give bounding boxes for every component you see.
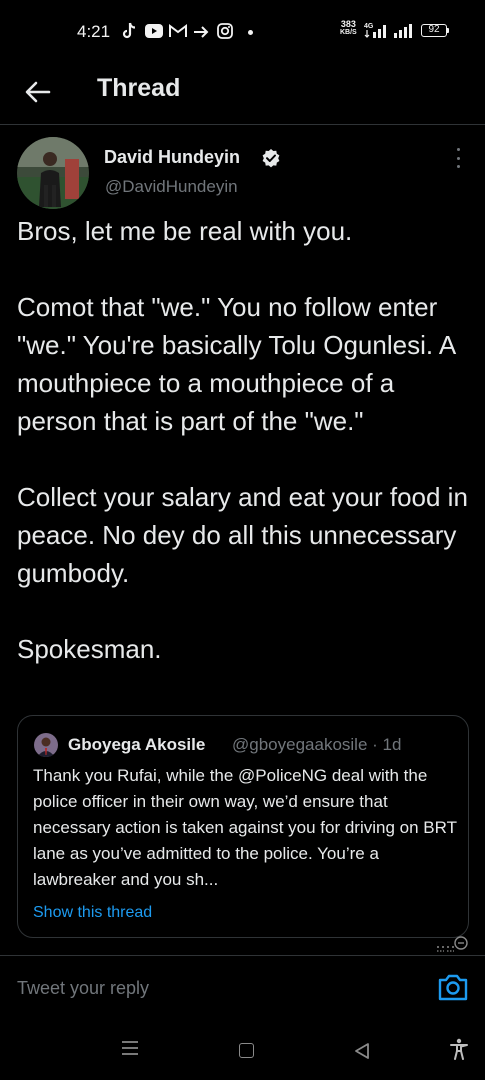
verified-badge-icon bbox=[261, 148, 281, 173]
instagram-icon bbox=[217, 23, 233, 44]
quoted-author-handle: @gboyegaakosile bbox=[232, 735, 368, 754]
accessibility-icon[interactable] bbox=[450, 1038, 468, 1065]
battery-indicator: 92 bbox=[421, 24, 447, 37]
arrow-left-icon bbox=[25, 81, 51, 103]
tweet-text: Bros, let me be real with you. Comot tha… bbox=[17, 212, 472, 668]
meta-separator: · bbox=[372, 735, 378, 754]
system-navigation-bar bbox=[0, 1018, 485, 1080]
airtel-icon bbox=[193, 24, 209, 43]
camera-icon[interactable] bbox=[437, 972, 469, 1002]
author-handle[interactable]: @DavidHundeyin bbox=[105, 177, 238, 197]
notification-dot-icon bbox=[248, 30, 253, 35]
tweet-paragraph: Collect your salary and eat your food in… bbox=[17, 482, 468, 588]
tweet-paragraph: Bros, let me be real with you. bbox=[17, 216, 353, 246]
network-speed-unit: KB/S bbox=[340, 29, 357, 36]
tweet-paragraph: Spokesman. bbox=[17, 634, 162, 664]
thread-screen: 4:21 383 KB/S 4G 92 Thread David Hundeyi… bbox=[0, 0, 485, 1080]
quoted-tweet-age: 1d bbox=[382, 735, 402, 754]
gmail-icon bbox=[169, 24, 187, 43]
youtube-icon bbox=[145, 24, 163, 43]
battery-tip bbox=[447, 28, 449, 33]
status-bar: 4:21 383 KB/S 4G 92 bbox=[0, 0, 485, 64]
quoted-tweet[interactable]: Gboyega Akosile @gboyegaakosile · 1d Tha… bbox=[17, 715, 469, 938]
recent-apps-icon[interactable] bbox=[121, 1040, 139, 1061]
quoted-author-name: Gboyega Akosile bbox=[68, 735, 206, 754]
quoted-author-avatar bbox=[34, 733, 58, 757]
status-time: 4:21 bbox=[77, 22, 111, 41]
author-avatar[interactable] bbox=[17, 137, 89, 209]
quoted-meta: @gboyegaakosile · 1d bbox=[232, 735, 401, 755]
more-vertical-icon[interactable] bbox=[448, 146, 468, 170]
tweet-paragraph: Comot that "we." You no follow enter "we… bbox=[17, 292, 455, 436]
home-icon[interactable] bbox=[239, 1043, 254, 1058]
quoted-tweet-text: Thank you Rufai, while the @PoliceNG dea… bbox=[33, 766, 457, 889]
reply-composer: Tweet your reply bbox=[0, 955, 485, 1016]
page-title: Thread bbox=[97, 74, 181, 102]
back-triangle-icon[interactable] bbox=[354, 1042, 370, 1065]
network-type-label: 4G bbox=[364, 23, 374, 30]
back-button[interactable] bbox=[20, 74, 56, 110]
thread-header: Thread bbox=[0, 64, 485, 125]
author-name[interactable]: David Hundeyin bbox=[104, 147, 240, 168]
show-thread-link[interactable]: Show this thread bbox=[33, 904, 152, 922]
network-speed: 383 KB/S bbox=[340, 20, 357, 37]
network-speed-value: 383 bbox=[340, 19, 356, 29]
tiktok-icon bbox=[121, 22, 137, 45]
signal-strength-icon bbox=[394, 24, 414, 43]
reply-input[interactable]: Tweet your reply bbox=[17, 978, 149, 999]
signal-4g-icon: 4G bbox=[364, 22, 390, 44]
